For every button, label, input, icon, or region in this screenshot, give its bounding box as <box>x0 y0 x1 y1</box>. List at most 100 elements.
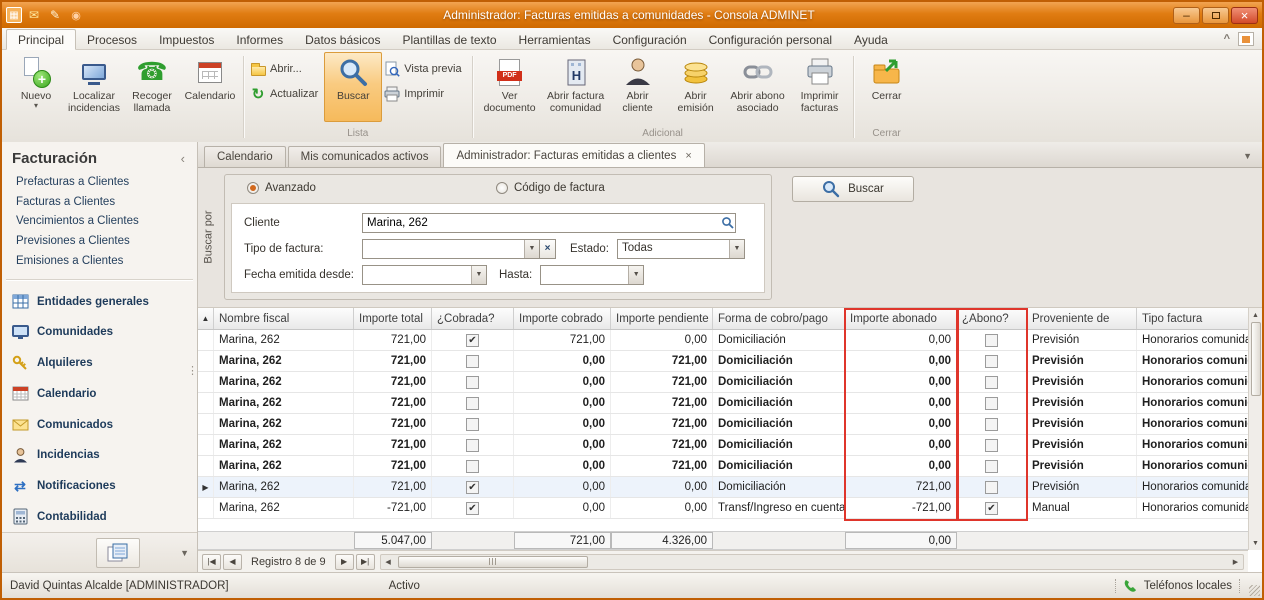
tab-plantillas-texto[interactable]: Plantillas de texto <box>391 30 507 49</box>
localizar-incidencias-button[interactable]: Localizar incidencias <box>65 52 123 122</box>
telefonos-locales-button[interactable]: Teléfonos locales <box>1144 580 1232 592</box>
table-row[interactable]: Marina, 262 721,00 0,00 721,00 Domicilia… <box>198 393 1248 414</box>
first-record-button[interactable]: |◀ <box>202 554 221 570</box>
cliente-input[interactable] <box>363 217 719 229</box>
buscar-search-button[interactable]: Buscar <box>792 176 914 202</box>
abono-checkbox[interactable] <box>985 481 998 494</box>
horizontal-scrollbar[interactable]: ◀ ▶ <box>380 554 1244 570</box>
cobrada-checkbox[interactable] <box>466 460 479 473</box>
close-button[interactable]: × <box>1231 7 1258 24</box>
app-icon[interactable]: ▦ <box>6 7 22 23</box>
col-tipo-factura[interactable]: Tipo factura <box>1137 308 1248 329</box>
col-importe-total[interactable]: Importe total <box>354 308 432 329</box>
cobrada-checkbox[interactable] <box>466 418 479 431</box>
doc-tab-comunicados[interactable]: Mis comunicados activos <box>288 146 442 167</box>
next-record-button[interactable]: ▶ <box>335 554 354 570</box>
collapse-sidebar-icon[interactable]: ‹ <box>177 151 189 166</box>
scroll-down-icon[interactable]: ▼ <box>1249 536 1263 550</box>
splitter-grip[interactable]: ⋮ <box>187 367 196 375</box>
abono-checkbox[interactable] <box>985 355 998 368</box>
abono-checkbox[interactable] <box>985 460 998 473</box>
collapse-ribbon-icon[interactable]: ^ <box>1224 33 1230 45</box>
calendario-button[interactable]: Calendario <box>181 52 239 122</box>
chevron-down-icon[interactable]: ▼ <box>628 266 643 284</box>
sidebar-item-entidades-generales[interactable]: Entidades generales <box>2 286 197 317</box>
scrollbar-thumb[interactable] <box>1251 322 1261 396</box>
resize-grip[interactable] <box>1249 585 1260 596</box>
sort-indicator-icon[interactable]: ▲ <box>198 308 214 329</box>
ver-documento-button[interactable]: PDF Ver documento <box>477 52 543 122</box>
abono-checkbox[interactable] <box>985 376 998 389</box>
table-row[interactable]: Marina, 262 721,00 721,00 0,00 Domicilia… <box>198 330 1248 351</box>
abrir-abono-asociado-button[interactable]: Abrir abono asociado <box>725 52 791 122</box>
tab-configuracion[interactable]: Configuración <box>602 30 698 49</box>
chevron-down-icon[interactable]: ▼ <box>471 266 486 284</box>
abono-checkbox[interactable] <box>985 418 998 431</box>
imprimir-facturas-button[interactable]: Imprimir facturas <box>791 52 849 122</box>
cerrar-button[interactable]: Cerrar <box>858 52 916 122</box>
table-row[interactable]: Marina, 262 -721,00 0,00 0,00 Transf/Ing… <box>198 498 1248 519</box>
sidebar-item-incidencias[interactable]: Incidencias <box>2 440 197 471</box>
sidebar-item-alquileres[interactable]: Alquileres <box>2 348 197 379</box>
chevron-down-icon[interactable]: ▼ <box>180 548 189 558</box>
abono-checkbox[interactable] <box>985 439 998 452</box>
estado-combo[interactable]: Todas ▼ <box>617 239 745 259</box>
tab-herramientas[interactable]: Herramientas <box>508 30 602 49</box>
col-cobrada[interactable]: ¿Cobrada? <box>432 308 514 329</box>
col-importe-cobrado[interactable]: Importe cobrado <box>514 308 611 329</box>
imprimir-button[interactable]: Imprimir <box>382 84 467 104</box>
cobrada-checkbox[interactable] <box>466 334 479 347</box>
col-forma-cobro[interactable]: Forma de cobro/pago <box>713 308 845 329</box>
scrollbar-thumb[interactable] <box>398 556 588 568</box>
close-tab-icon[interactable]: × <box>685 150 691 162</box>
recoger-llamada-button[interactable]: ☎ Recoger llamada <box>123 52 181 122</box>
tab-impuestos[interactable]: Impuestos <box>148 30 225 49</box>
abono-checkbox[interactable] <box>985 397 998 410</box>
table-row[interactable]: Marina, 262 721,00 0,00 721,00 Domicilia… <box>198 456 1248 477</box>
scroll-up-icon[interactable]: ▲ <box>1249 308 1263 322</box>
sidebar-link-prefacturas[interactable]: Prefacturas a Clientes <box>2 172 197 192</box>
sidebar-item-comunicados[interactable]: Comunicados <box>2 409 197 440</box>
cobrada-checkbox[interactable] <box>466 397 479 410</box>
scroll-right-icon[interactable]: ▶ <box>1228 555 1243 569</box>
buscar-button[interactable]: Buscar <box>324 52 382 122</box>
abrir-cliente-button[interactable]: Abrir cliente <box>609 52 667 122</box>
tab-principal[interactable]: Principal <box>6 29 76 50</box>
sidebar-link-vencimientos[interactable]: Vencimientos a Clientes <box>2 212 197 232</box>
tab-datos-basicos[interactable]: Datos básicos <box>294 30 391 49</box>
sidebar-item-contabilidad[interactable]: Contabilidad <box>2 502 197 533</box>
sidebar-link-previsiones[interactable]: Previsiones a Clientes <box>2 231 197 251</box>
table-row[interactable]: Marina, 262 721,00 0,00 721,00 Domicilia… <box>198 351 1248 372</box>
nuevo-button[interactable]: + Nuevo ▾ <box>7 52 65 122</box>
col-abono[interactable]: ¿Abono? <box>957 308 1027 329</box>
prev-record-button[interactable]: ◀ <box>223 554 242 570</box>
sidebar-item-calendario[interactable]: Calendario <box>2 378 197 409</box>
abrir-button[interactable]: Abrir... <box>248 59 324 79</box>
table-row[interactable]: Marina, 262 721,00 0,00 721,00 Domicilia… <box>198 372 1248 393</box>
abono-checkbox[interactable] <box>985 502 998 515</box>
cobrada-checkbox[interactable] <box>466 481 479 494</box>
tab-procesos[interactable]: Procesos <box>76 30 148 49</box>
sidebar-link-emisiones[interactable]: Emisiones a Clientes <box>2 251 197 271</box>
tipo-factura-combo[interactable]: ▼ <box>362 239 540 259</box>
ribbon-window-icon[interactable] <box>1238 32 1254 46</box>
chevron-down-icon[interactable]: ▼ <box>524 240 539 258</box>
table-row[interactable]: Marina, 262 721,00 0,00 721,00 Domicilia… <box>198 435 1248 456</box>
table-row-selected[interactable]: ▶ Marina, 262 721,00 0,00 0,00 Domicilia… <box>198 477 1248 498</box>
sidebar-link-facturas[interactable]: Facturas a Clientes <box>2 192 197 212</box>
tab-list-chevron-icon[interactable]: ▼ <box>1233 151 1262 167</box>
tab-configuracion-personal[interactable]: Configuración personal <box>698 30 843 49</box>
fecha-desde-combo[interactable]: ▼ <box>362 265 487 285</box>
table-row[interactable]: Marina, 262 721,00 0,00 721,00 Domicilia… <box>198 414 1248 435</box>
edit-document-icon[interactable]: ✎ <box>46 7 64 23</box>
actualizar-button[interactable]: ↻ Actualizar <box>248 84 324 104</box>
doc-tab-calendario[interactable]: Calendario <box>204 146 286 167</box>
col-proveniente-de[interactable]: Proveniente de <box>1027 308 1137 329</box>
vertical-scrollbar[interactable]: ▲ ▼ <box>1248 308 1262 550</box>
abrir-emision-button[interactable]: Abrir emisión <box>667 52 725 122</box>
vista-previa-button[interactable]: Vista previa <box>382 59 467 79</box>
scroll-left-icon[interactable]: ◀ <box>381 555 396 569</box>
doc-tab-facturas[interactable]: Administrador: Facturas emitidas a clien… <box>443 143 704 167</box>
mail-icon[interactable]: ✉ <box>25 7 43 23</box>
col-nombre-fiscal[interactable]: Nombre fiscal <box>214 308 354 329</box>
